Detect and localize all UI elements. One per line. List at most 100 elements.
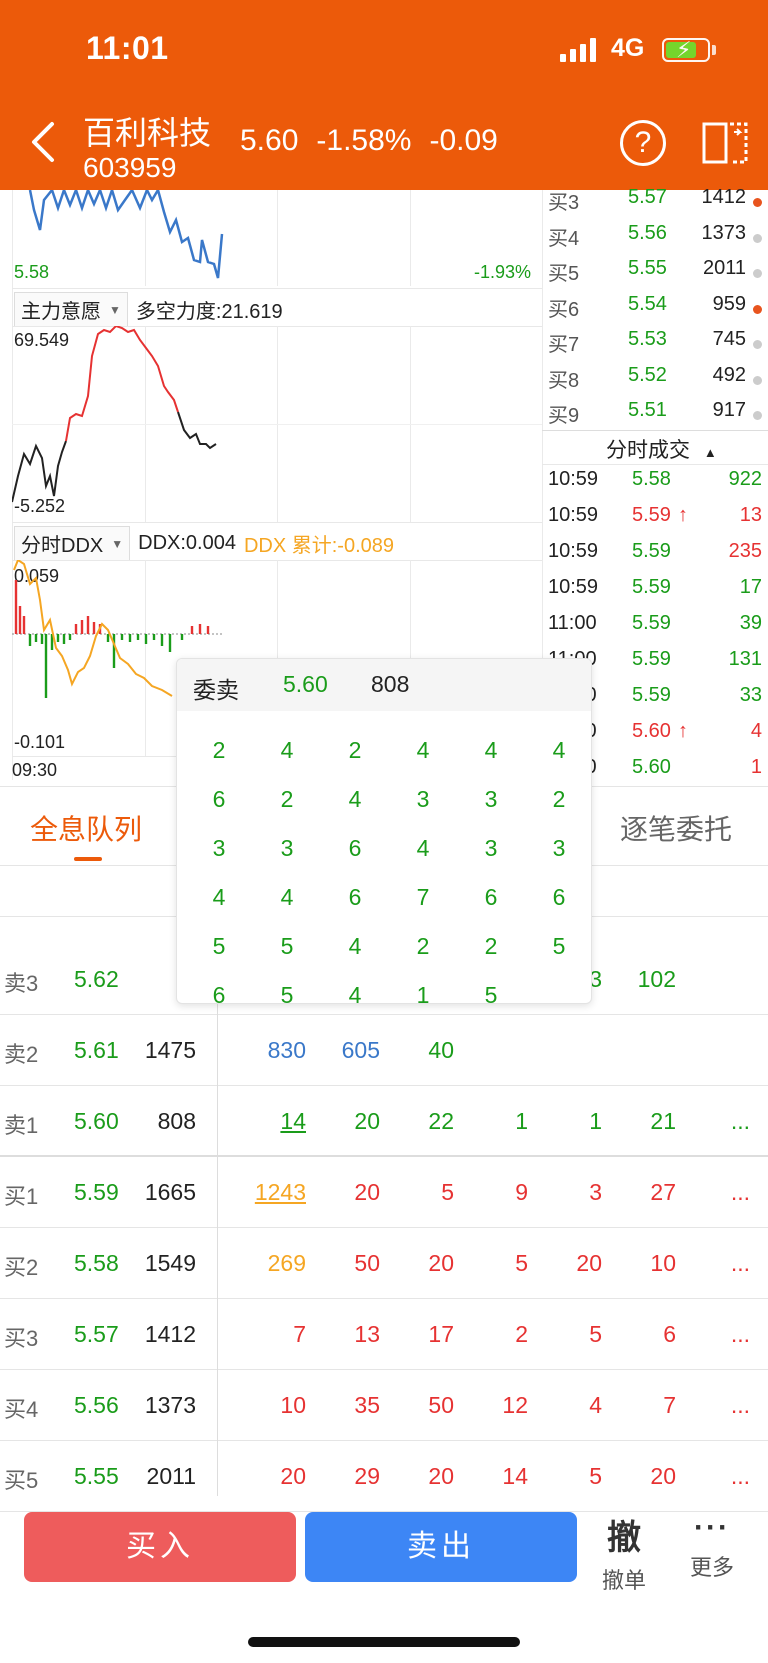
more-button[interactable]: ··· 更多 <box>680 1510 744 1582</box>
queue-cell[interactable]: 20 <box>606 1463 676 1490</box>
main-force-dropdown[interactable]: 主力意愿 ▼ <box>14 292 128 327</box>
queue-cell[interactable]: ... <box>680 1463 750 1490</box>
table-row[interactable]: 买3 5.57 1412 7 13 17 2 5 6... <box>0 1299 768 1370</box>
depth-label: 买7 <box>548 334 580 356</box>
queue-cell[interactable]: ... <box>680 1321 750 1348</box>
divider <box>542 464 768 465</box>
popup-cell: 3 <box>484 835 498 861</box>
popup-cell: 4 <box>348 786 362 812</box>
queue-cell[interactable]: 4 <box>532 1392 602 1419</box>
queue-cell[interactable]: 50 <box>310 1250 380 1277</box>
tick-row: 10:59 5.59 ↑ 13 <box>548 504 762 539</box>
queue-cell[interactable]: 17 <box>384 1321 454 1348</box>
depth-row: 买7 5.53 745 <box>548 328 768 362</box>
tick-price: 5.59 <box>632 612 671 634</box>
popup-cell: 4 <box>280 884 294 910</box>
queue-cell[interactable]: 1 <box>532 1108 602 1135</box>
queue-cell[interactable]: 10 <box>606 1250 676 1277</box>
popup-cell: 6 <box>212 786 226 812</box>
queue-cell[interactable]: ... <box>680 1179 750 1206</box>
back-icon[interactable] <box>26 118 62 166</box>
queue-cell[interactable]: 35 <box>310 1392 380 1419</box>
buy-button[interactable]: 买入 <box>24 1512 296 1582</box>
queue-cell[interactable]: 7 <box>236 1321 306 1348</box>
queue-cell[interactable]: 1 <box>458 1108 528 1135</box>
queue-cell[interactable]: 22 <box>384 1108 454 1135</box>
table-row[interactable]: 买2 5.58 1549 269 50 20 5 20 10... <box>0 1228 768 1299</box>
tick-vol: 922 <box>728 468 762 490</box>
ticks-title[interactable]: 分时成交 ▲ <box>606 434 717 464</box>
status-time: 11:01 <box>86 30 169 66</box>
queue-cell[interactable]: 6 <box>606 1321 676 1348</box>
popup-cell: 2 <box>212 737 226 763</box>
table-row[interactable]: 买1 5.59 1665 1243 20 5 9 3 27... <box>0 1157 768 1228</box>
queue-cell[interactable]: 27 <box>606 1179 676 1206</box>
queue-cell[interactable]: 20 <box>384 1463 454 1490</box>
table-row[interactable]: 卖1 5.60 808 14 20 22 1 1 21... <box>0 1086 768 1157</box>
table-row[interactable]: 卖2 5.61 1475 830 605 40 <box>0 1015 768 1086</box>
tab-order-by-order[interactable]: 逐笔委托 <box>620 808 732 848</box>
sell-button[interactable]: 卖出 <box>305 1512 577 1582</box>
table-row[interactable]: 买4 5.56 1373 10 35 50 12 4 7... <box>0 1370 768 1441</box>
queue-cell[interactable]: 20 <box>310 1179 380 1206</box>
queue-cell[interactable]: ... <box>680 1108 750 1135</box>
table-row[interactable]: 买5 5.55 2011 20 29 20 14 5 20... <box>0 1441 768 1512</box>
quote-change: -0.09 <box>429 124 498 157</box>
queue-cell[interactable]: 830 <box>236 1037 306 1064</box>
depth-vol: 959 <box>712 292 746 315</box>
main-force-dropdown-label: 主力意愿 <box>21 301 101 323</box>
battery-icon: ⚡ <box>662 37 710 62</box>
queue-price: 5.57 <box>74 1321 119 1347</box>
queue-cell[interactable]: 50 <box>384 1392 454 1419</box>
order-detail-popup[interactable]: 委卖 5.60 808 2 4 2 4 4 4 6 2 4 3 3 2 3 3 6 4 3 3 4 4 6 7 6 6 5 5 4 2… <box>176 658 592 1004</box>
depth-vol: 1412 <box>701 186 747 208</box>
depth-price: 5.56 <box>628 221 667 244</box>
queue-label: 买5 <box>4 1468 39 1493</box>
queue-cell[interactable]: 14 <box>458 1463 528 1490</box>
popup-cell: 4 <box>212 884 226 910</box>
popup-cell: 5 <box>280 982 294 1004</box>
queue-cell[interactable]: ... <box>680 1392 750 1419</box>
queue-cell[interactable]: 29 <box>310 1463 380 1490</box>
queue-cell[interactable]: 21 <box>606 1108 676 1135</box>
depth-price: 5.53 <box>628 328 667 350</box>
queue-cell[interactable]: 40 <box>384 1037 454 1064</box>
queue-cell[interactable]: 20 <box>532 1250 602 1277</box>
popup-cell: 6 <box>212 982 226 1004</box>
queue-cell[interactable]: 269 <box>236 1250 306 1277</box>
cancel-order-button[interactable]: 撤 撤单 <box>592 1510 656 1595</box>
ddx-dropdown[interactable]: 分时DDX ▼ <box>14 526 131 561</box>
queue-cell[interactable]: 13 <box>310 1321 380 1348</box>
depth-price: 5.52 <box>628 363 667 386</box>
queue-cell[interactable]: 5 <box>384 1179 454 1206</box>
help-button[interactable]: ? <box>620 120 666 166</box>
landscape-switch-icon[interactable] <box>702 118 750 166</box>
queue-cell[interactable]: 7 <box>606 1392 676 1419</box>
queue-cell[interactable]: 10 <box>236 1392 306 1419</box>
queue-cell[interactable]: 102 <box>606 966 676 993</box>
queue-cell[interactable]: 3 <box>532 1179 602 1206</box>
status-dot-icon <box>753 340 762 349</box>
queue-cell[interactable]: 2 <box>458 1321 528 1348</box>
queue-cell[interactable]: 5 <box>532 1321 602 1348</box>
queue-cell[interactable]: 605 <box>310 1037 380 1064</box>
queue-cell[interactable]: 1243 <box>236 1179 306 1206</box>
tab-full-queue[interactable]: 全息队列 <box>30 808 142 848</box>
depth-row: 买9 5.51 917 <box>548 399 768 433</box>
queue-cell[interactable]: 14 <box>236 1108 306 1135</box>
queue-label: 买1 <box>4 1184 39 1209</box>
queue-label: 买4 <box>4 1397 39 1422</box>
tick-vol: 4 <box>750 720 762 742</box>
queue-cell[interactable]: 9 <box>458 1179 528 1206</box>
popup-cell: 4 <box>416 737 430 763</box>
status-dot-icon <box>753 269 762 278</box>
popup-cell: 5 <box>484 982 498 1004</box>
queue-cell[interactable]: 20 <box>310 1108 380 1135</box>
queue-cell[interactable]: 20 <box>384 1250 454 1277</box>
queue-cell[interactable]: 5 <box>458 1250 528 1277</box>
queue-cell[interactable]: 12 <box>458 1392 528 1419</box>
queue-cell[interactable]: 20 <box>236 1463 306 1490</box>
depth-price: 5.57 <box>628 186 667 208</box>
queue-cell[interactable]: ... <box>680 1250 750 1277</box>
queue-cell[interactable]: 5 <box>532 1463 602 1490</box>
